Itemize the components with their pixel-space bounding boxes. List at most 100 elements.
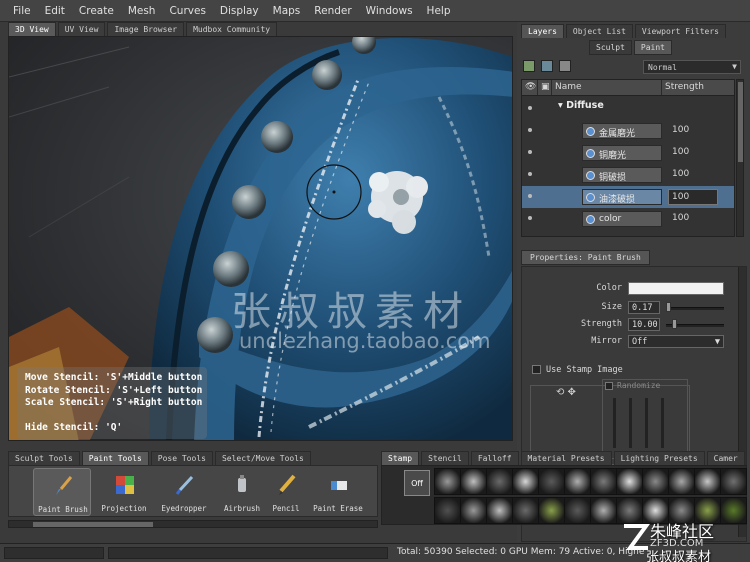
tab-sculpt[interactable]: Sculpt	[589, 40, 632, 55]
strength-input[interactable]: 10.00	[628, 318, 660, 331]
stamp-thumbnail[interactable]	[434, 497, 461, 524]
layer-row[interactable]: 铜破损 100	[522, 164, 734, 186]
layer-scrollbar[interactable]	[736, 79, 744, 237]
layer-strength[interactable]: 100	[672, 125, 689, 135]
tab-camera[interactable]: Camer	[706, 451, 745, 465]
projection-tool[interactable]: Projection	[95, 468, 153, 516]
menu-maps[interactable]: Maps	[266, 5, 308, 17]
strength-slider-handle[interactable]	[672, 319, 677, 329]
menu-file[interactable]: File	[6, 5, 38, 17]
tab-stamp[interactable]: Stamp	[381, 451, 420, 465]
random-slider[interactable]	[613, 398, 616, 448]
stamp-thumbnail[interactable]	[512, 497, 539, 524]
3d-viewport[interactable]: 张叔叔素材 unclezhang.taobao.com Move Stencil…	[8, 36, 513, 441]
stamp-thumbnail[interactable]	[642, 468, 669, 495]
color-swatch[interactable]	[628, 282, 724, 295]
tab-object-list[interactable]: Object List	[565, 24, 633, 38]
eyedropper-tool[interactable]: Eyedropper	[155, 468, 213, 516]
tab-layers[interactable]: Layers	[521, 24, 564, 38]
size-slider-handle[interactable]	[666, 302, 671, 312]
menu-windows[interactable]: Windows	[359, 5, 420, 17]
stamp-thumbnail[interactable]	[590, 468, 617, 495]
stamp-thumbnail[interactable]	[460, 468, 487, 495]
menu-edit[interactable]: Edit	[38, 5, 72, 17]
visibility-icon[interactable]	[528, 172, 532, 176]
col-name[interactable]: Name	[552, 80, 662, 95]
tab-lighting-presets[interactable]: Lighting Presets	[613, 451, 705, 465]
tab-uv-view[interactable]: UV View	[57, 22, 106, 36]
tab-paint-tools[interactable]: Paint Tools	[81, 451, 149, 465]
stamp-thumbnail[interactable]	[538, 468, 565, 495]
layer-row-selected[interactable]: 油漆破损 100	[522, 186, 734, 208]
menu-mesh[interactable]: Mesh	[121, 5, 163, 17]
stamp-thumbnail[interactable]	[564, 468, 591, 495]
visibility-icon[interactable]	[528, 216, 532, 220]
tab-viewport-filters[interactable]: Viewport Filters	[634, 24, 726, 38]
stamp-thumbnail[interactable]	[668, 468, 695, 495]
mirror-select[interactable]: Off ▼	[628, 335, 724, 348]
layer-strength[interactable]: 100	[672, 147, 689, 157]
pencil-tool[interactable]: Pencil	[257, 468, 315, 516]
layer-strength-input[interactable]: 100	[668, 189, 718, 205]
tab-mudbox-community[interactable]: Mudbox Community	[186, 22, 278, 36]
blend-mode-select[interactable]: Normal ▼	[643, 60, 741, 74]
visibility-icon[interactable]	[528, 106, 532, 110]
layer-group-row[interactable]: ▾ Diffuse	[522, 98, 734, 120]
layer-name-field[interactable]: color	[582, 211, 662, 227]
layer-strength[interactable]: 100	[672, 213, 689, 223]
stamp-thumbnail[interactable]	[720, 468, 747, 495]
size-input[interactable]: 0.17	[628, 301, 660, 314]
tab-paint[interactable]: Paint	[633, 40, 672, 55]
random-slider[interactable]	[661, 398, 664, 448]
layer-row[interactable]: color 100	[522, 208, 734, 230]
scrollbar-thumb[interactable]	[738, 82, 743, 162]
stamp-thumbnail[interactable]	[460, 497, 487, 524]
layer-strength[interactable]: 100	[672, 169, 689, 179]
layer-name-field[interactable]: 铜破损	[582, 167, 662, 183]
tab-properties[interactable]: Properties: Paint Brush	[521, 250, 650, 265]
randomize-checkbox[interactable]	[605, 382, 613, 390]
new-layer-icon[interactable]	[523, 60, 535, 72]
tab-pose-tools[interactable]: Pose Tools	[150, 451, 213, 465]
tab-3d-view[interactable]: 3D View	[8, 22, 56, 36]
menu-display[interactable]: Display	[213, 5, 266, 17]
tab-select-move-tools[interactable]: Select/Move Tools	[214, 451, 311, 465]
delete-layer-icon[interactable]	[559, 60, 571, 72]
visibility-icon[interactable]	[528, 194, 532, 198]
menu-curves[interactable]: Curves	[162, 5, 212, 17]
visibility-icon[interactable]	[528, 128, 532, 132]
duplicate-layer-icon[interactable]	[541, 60, 553, 72]
tab-material-presets[interactable]: Material Presets	[520, 451, 612, 465]
layer-name-field[interactable]: 油漆破损	[582, 189, 662, 205]
stamp-thumbnail[interactable]	[590, 497, 617, 524]
random-slider[interactable]	[645, 398, 648, 448]
stamp-thumbnail[interactable]	[434, 468, 461, 495]
random-slider[interactable]	[629, 398, 632, 448]
tab-falloff[interactable]: Falloff	[470, 451, 519, 465]
layer-name-field[interactable]: 铜磨光	[582, 145, 662, 161]
scrollbar-thumb[interactable]	[33, 522, 153, 527]
menu-create[interactable]: Create	[72, 5, 121, 17]
stamp-transform-icons[interactable]: ⟲ ✥	[556, 387, 576, 398]
stamp-thumbnail[interactable]	[486, 468, 513, 495]
layer-name-field[interactable]: 金属磨光	[582, 123, 662, 139]
stamp-thumbnail[interactable]	[616, 468, 643, 495]
stamp-thumbnail[interactable]	[564, 497, 591, 524]
menu-render[interactable]: Render	[307, 5, 358, 17]
stamp-thumbnail[interactable]	[512, 468, 539, 495]
stamp-thumbnail[interactable]	[538, 497, 565, 524]
stamp-thumbnail[interactable]	[486, 497, 513, 524]
menu-help[interactable]: Help	[420, 5, 458, 17]
tools-scrollbar[interactable]	[8, 520, 378, 528]
stamp-off-button[interactable]: Off	[404, 470, 430, 496]
tab-stencil[interactable]: Stencil	[421, 451, 469, 465]
col-strength[interactable]: Strength	[662, 80, 734, 95]
paint-erase-tool[interactable]: Paint Erase	[309, 468, 367, 516]
layer-row[interactable]: 金属磨光 100	[522, 120, 734, 142]
paint-brush-tool[interactable]: Paint Brush	[33, 468, 91, 516]
use-stamp-checkbox[interactable]	[532, 365, 541, 374]
size-slider[interactable]	[666, 307, 724, 310]
layer-row[interactable]: 铜磨光 100	[522, 142, 734, 164]
tab-image-browser[interactable]: Image Browser	[107, 22, 185, 36]
visibility-icon[interactable]	[528, 150, 532, 154]
